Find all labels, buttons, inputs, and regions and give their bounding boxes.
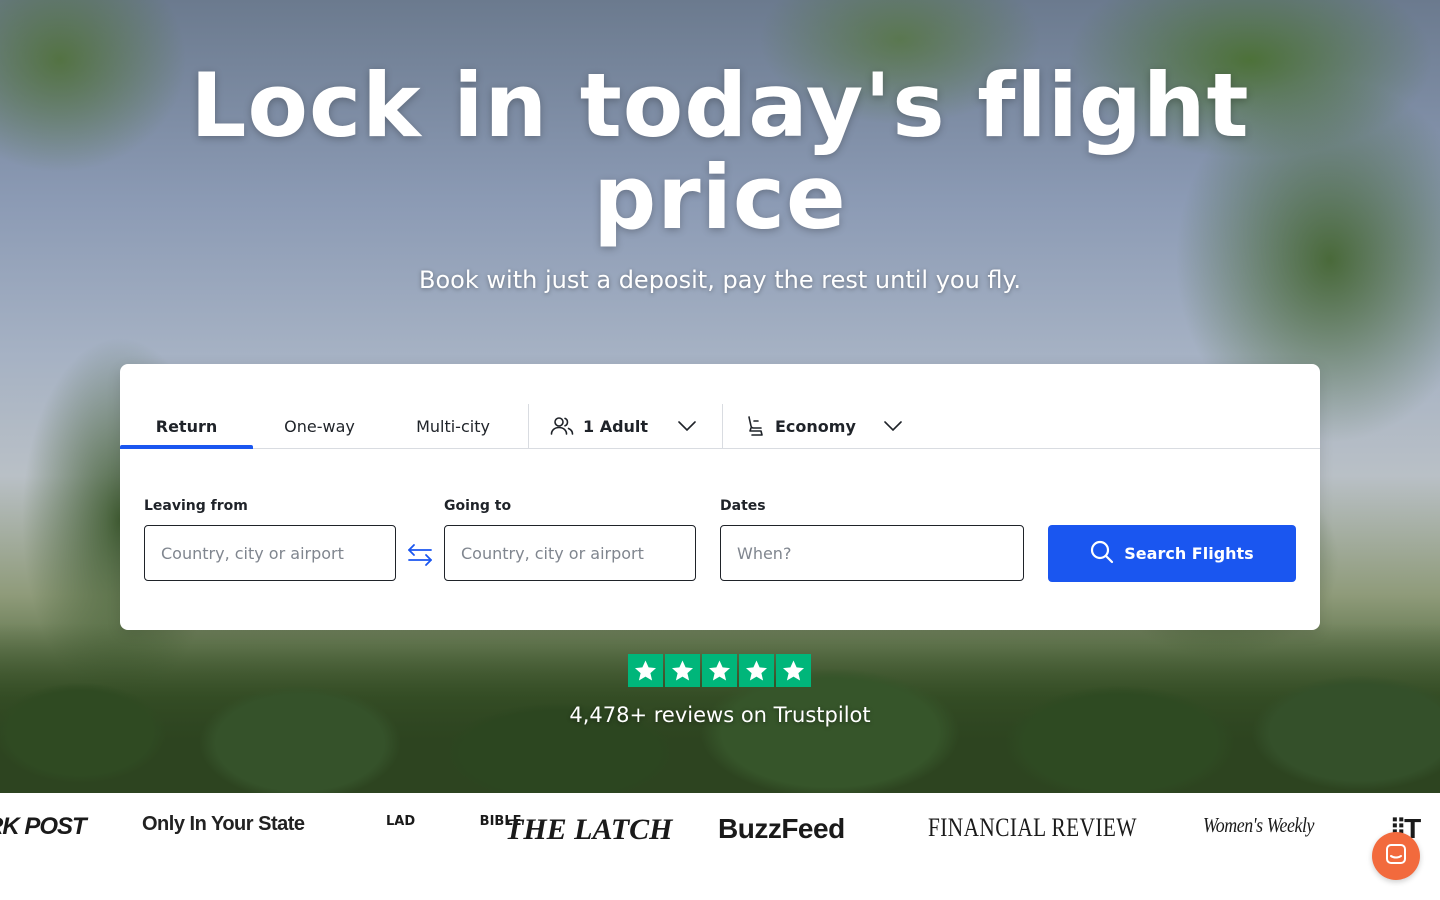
star-icon (776, 654, 811, 687)
dates-input[interactable] (720, 525, 1024, 581)
star-icon (628, 654, 663, 687)
star-icon (702, 654, 737, 687)
chat-launcher-button[interactable] (1372, 832, 1420, 880)
press-logo-the-latch: THE LATCH (505, 813, 673, 846)
tab-one-way[interactable]: One-way (253, 404, 386, 448)
press-logo-lad-bible: LAD BIBLE (386, 814, 522, 829)
seat-icon (746, 415, 766, 437)
press-logo-only-in-your-state: Only In Your State (142, 813, 305, 835)
users-icon (550, 416, 574, 436)
dates-label: Dates (720, 498, 766, 514)
chevron-down-icon (884, 421, 902, 431)
hero-subtitle: Book with just a deposit, pay the rest u… (419, 266, 1021, 294)
going-to-label: Going to (444, 498, 512, 514)
press-logo-ny-post: RK POST (0, 813, 87, 840)
tab-divider (528, 404, 529, 448)
cabin-class-dropdown[interactable]: Economy (746, 404, 906, 448)
chevron-down-icon (678, 421, 696, 431)
trustpilot-stars[interactable] (628, 654, 811, 687)
press-logos-strip: RK POST Only In Your State LAD BIBLE THE… (0, 793, 1440, 900)
cabin-label: Economy (775, 416, 856, 436)
passengers-dropdown[interactable]: 1 Adult (550, 404, 700, 448)
leaving-from-input[interactable] (144, 525, 396, 581)
press-logo-buzzfeed: BuzzFeed (718, 813, 845, 844)
passengers-label: 1 Adult (583, 416, 649, 436)
search-flights-button[interactable]: Search Flights (1048, 525, 1296, 582)
going-to-input[interactable] (444, 525, 696, 581)
press-logo-womens-weekly: Women's Weekly (1203, 813, 1315, 837)
star-icon (665, 654, 700, 687)
tab-multi-city[interactable]: Multi-city (386, 404, 520, 448)
trip-type-tabs: Return One-way Multi-city 1 Adult Econom… (120, 404, 1320, 449)
flight-search-card: Return One-way Multi-city 1 Adult Econom… (120, 364, 1320, 630)
press-logo-financial-review: FINANCIAL REVIEW (928, 813, 1137, 842)
leaving-from-label: Leaving from (144, 498, 248, 514)
trustpilot-reviews-text[interactable]: 4,478+ reviews on Trustpilot (420, 703, 1020, 727)
search-flights-label: Search Flights (1124, 544, 1254, 563)
hero-section: Lock in today's flight price Book with j… (0, 0, 1440, 793)
star-icon (739, 654, 774, 687)
dropdown-divider (722, 404, 723, 448)
tab-return[interactable]: Return (120, 404, 253, 449)
hero-title: Lock in today's flight price (190, 54, 1250, 249)
chat-icon (1384, 842, 1408, 870)
search-icon (1090, 540, 1114, 568)
swap-locations-icon[interactable] (406, 543, 434, 567)
